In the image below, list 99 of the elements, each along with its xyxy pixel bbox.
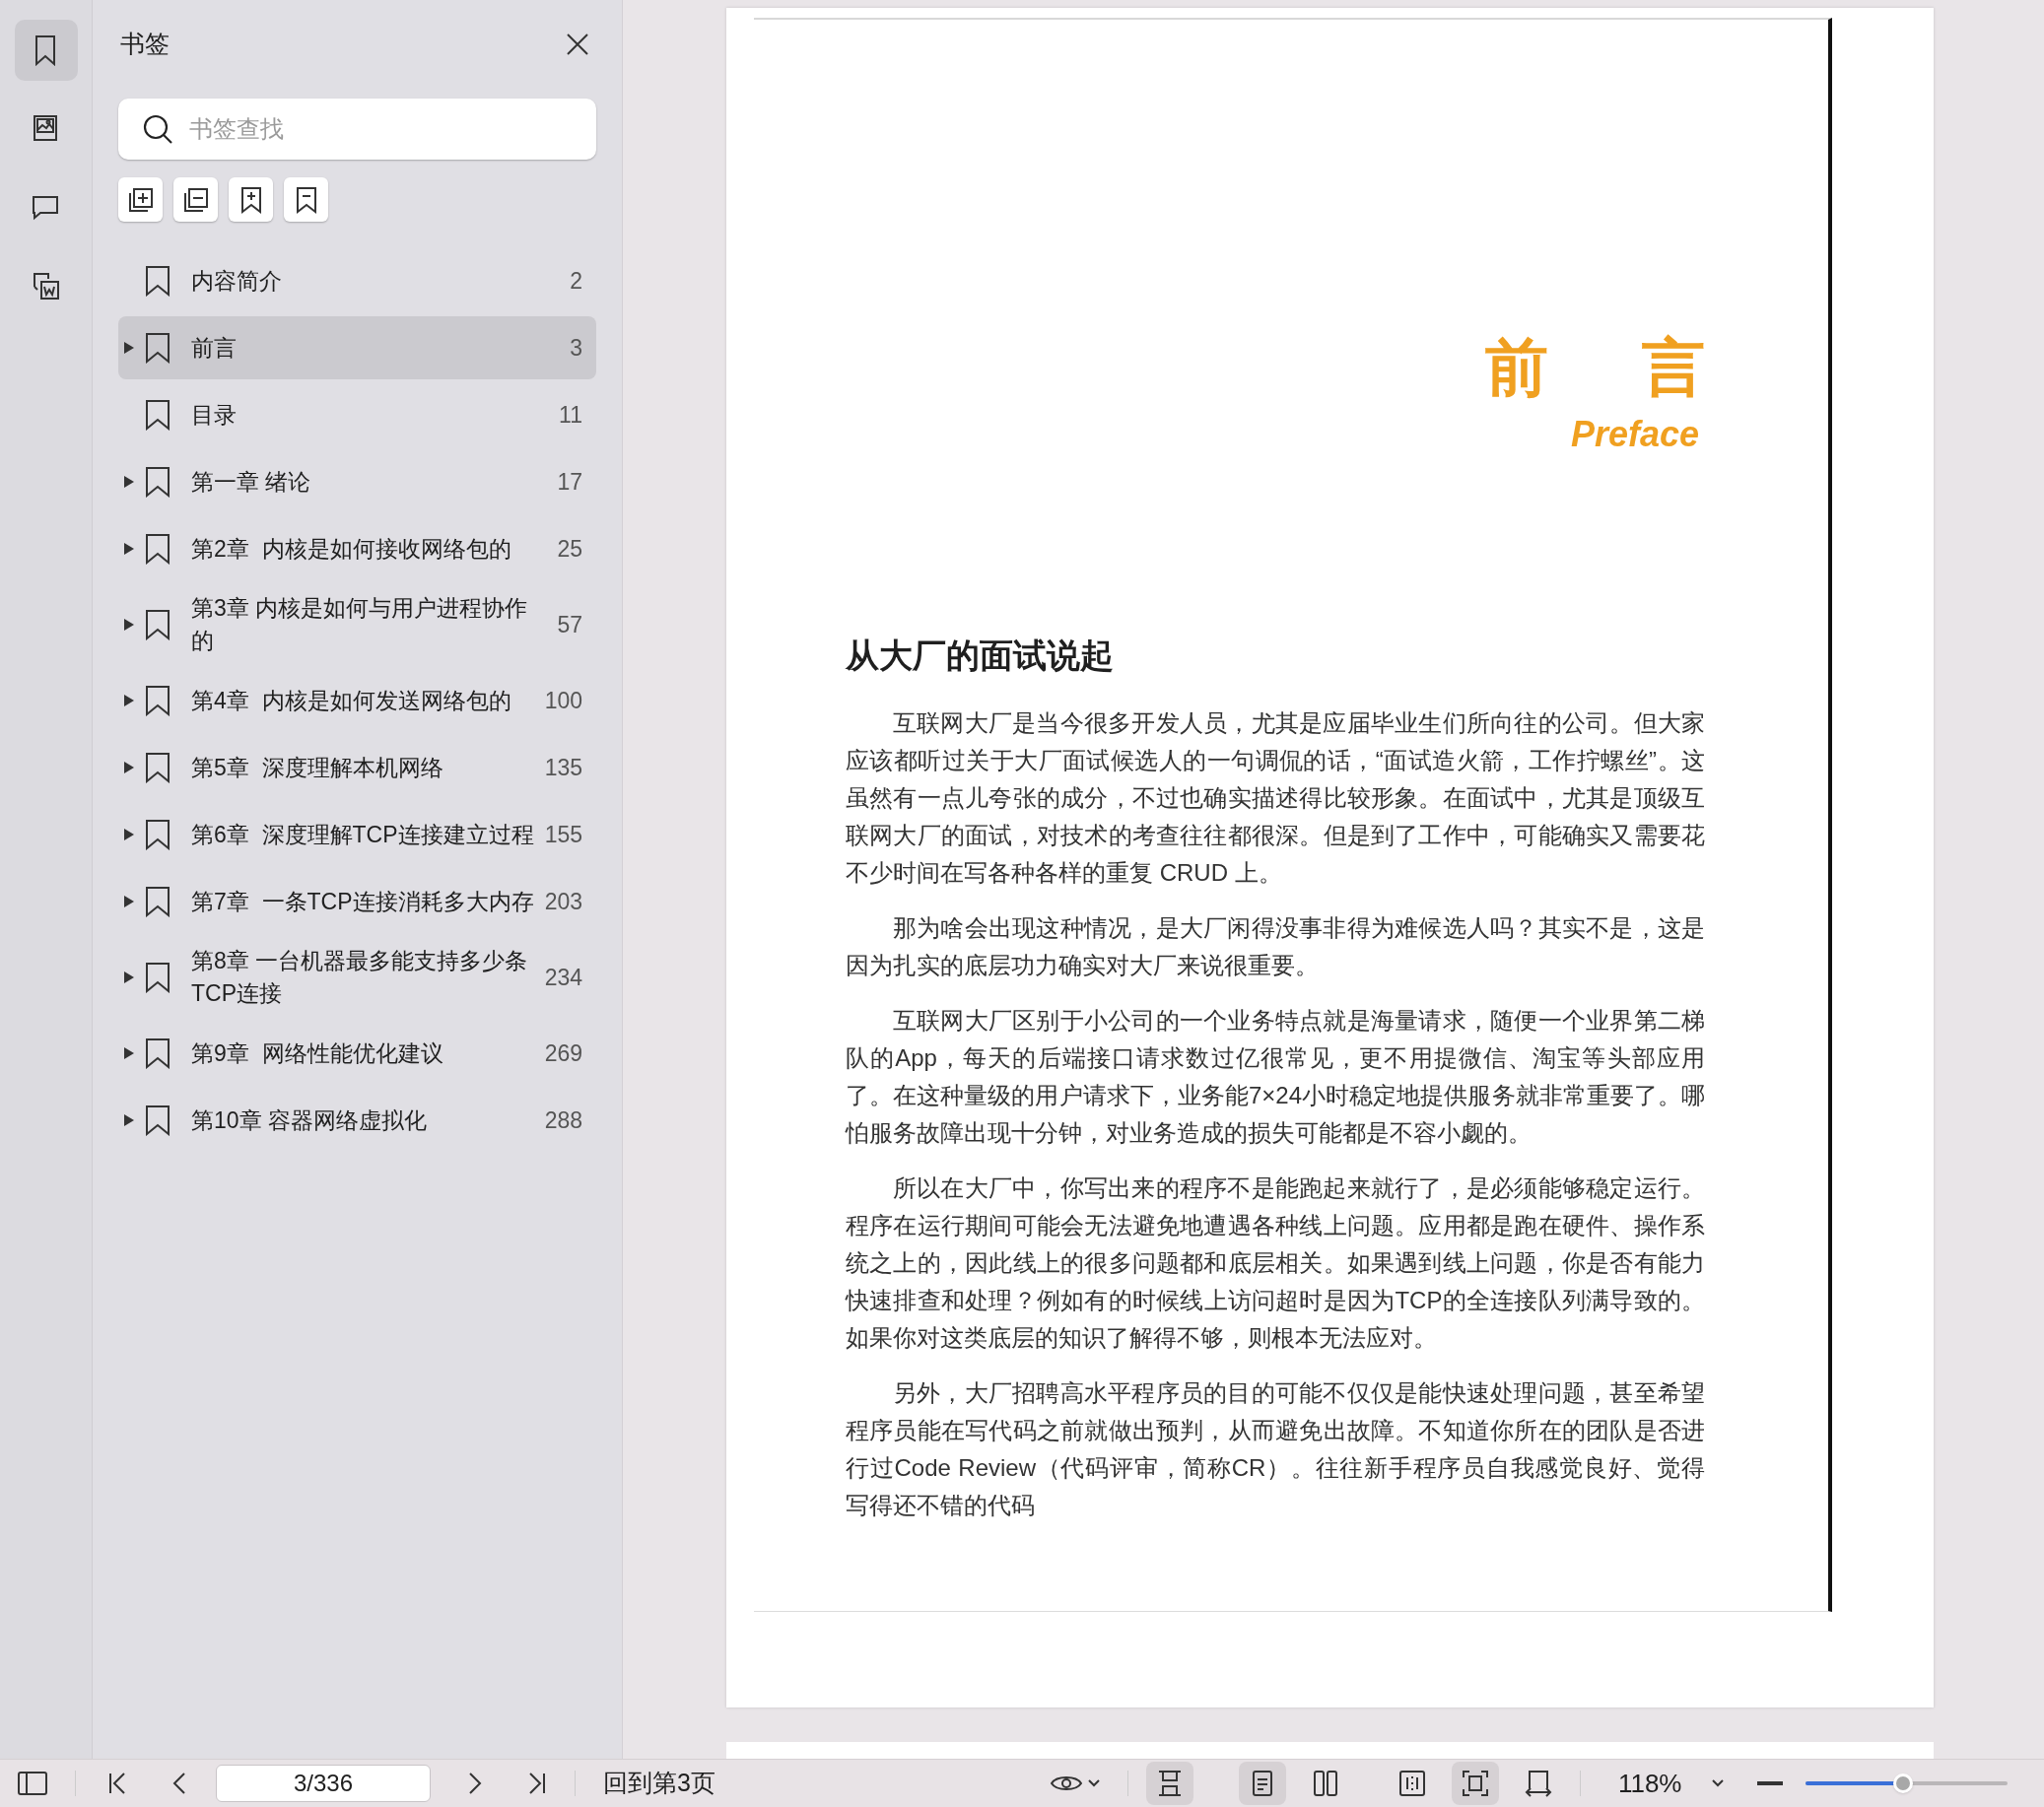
- last-page-icon: [526, 1772, 546, 1795]
- bookmark-icon: [144, 399, 171, 431]
- bookmark-label: 第6章 深度理解TCP连接建立过程: [191, 820, 535, 849]
- expand-arrow-icon[interactable]: [124, 762, 134, 773]
- page-number: 135: [544, 753, 582, 782]
- view-mode-button[interactable]: [1238, 1762, 1286, 1805]
- expand-arrow-icon[interactable]: [124, 971, 134, 983]
- body-paragraph: 那为啥会出现这种情况，是大厂闲得没事非得为难候选人吗？其实不是，这是因为扎实的底层功力确实对大厂来说很重要。: [846, 913, 1705, 980]
- caret-icon: [1087, 1779, 1100, 1787]
- bookmark-item[interactable]: 第2章 内核是如何接收网络包的 25: [118, 517, 596, 580]
- first-page-icon: [108, 1772, 128, 1795]
- zoom-value: 118%: [1617, 1767, 1682, 1800]
- expand-arrow-icon[interactable]: [124, 695, 134, 706]
- bookmark-icon: [144, 819, 171, 850]
- close-icon: [567, 33, 588, 55]
- body-paragraph: 另外，大厂招聘高水平程序员的目的可能不仅仅是能快速处理问题，甚至希望程序员能在写代码之前就做出预判，从而避免出故障。不知道你所在的团队是否进行过Code Review（代码评审，简称CR）。往往新手程序员自我感觉良好、觉得写得还不错的代码: [846, 1378, 1705, 1520]
- expand-arrow-icon[interactable]: [124, 1114, 134, 1126]
- page-number: 17: [557, 467, 582, 497]
- view-mode-button[interactable]: [1451, 1762, 1499, 1805]
- bookmark-item[interactable]: 第一章 绪论 17: [118, 450, 596, 513]
- search-field[interactable]: 书签查找: [118, 99, 596, 160]
- sidebar-tab[interactable]: [14, 20, 78, 81]
- caret-icon: [1712, 1779, 1725, 1787]
- bookmark-label: 第7章 一条TCP连接消耗多大内存: [191, 887, 535, 916]
- bookmark-label: 第8章 一台机器最多能支持多少条 TCP连接: [191, 947, 529, 1008]
- bookmark-label: 目录: [191, 400, 238, 430]
- back-to-page-link[interactable]: 回到第3页: [603, 1765, 715, 1802]
- page-number: 234: [544, 963, 582, 992]
- bookmark-item[interactable]: 第9章 网络性能优化建议 269: [118, 1022, 596, 1085]
- bookmark-label: 第3章 内核是如何与用户进程协作的: [191, 594, 529, 655]
- body-paragraph: 互联网大厂是当今很多开发人员，尤其是应届毕业生们所向往的公司。但大家应该都听过关于大厂面试候选人的一句调侃的话，“面试造火箭，工作拧螺丝”。这虽然有一点儿夸张的成分，不过也确实描述得比较形象。在面试中，尤其是顶级互联网大厂的面试，对技术的考查往往都很深。但是到了工作中，可能确实又需要花不少时间在写各种各样的重复 CRUD 上。: [846, 708, 1705, 888]
- page-number: 2: [570, 266, 582, 296]
- bookmark-label: 第9章 网络性能优化建议: [191, 1038, 444, 1068]
- zoom-slider-thumb[interactable]: [1892, 1774, 1913, 1793]
- bookmark-item[interactable]: 内容简介 2: [118, 249, 596, 312]
- bookmark-icon: [144, 1037, 171, 1069]
- bookmark-item[interactable]: 前言 3: [118, 316, 596, 379]
- zoom-slider[interactable]: [1806, 1774, 2009, 1793]
- body-paragraph: 所以在大厂中，你写出来的程序不是能跑起来就行了，是必须能够稳定运行。程序在运行期间可能会无法避免地遭遇各种线上问题。应用都是跑在硬件、操作系统之上的，因此线上的很多问题都和底层相关。如果遇到线上问题，你是否有能力快速排查和处理？例如有的时候线上访问超时是因为TCP的全连接队列满导致的。如果你对这类底层的知识了解得不够，则根本无法应对。: [846, 1173, 1705, 1353]
- bookmark-icon: [144, 685, 171, 716]
- expand-arrow-icon[interactable]: [124, 543, 134, 555]
- bookmark-label: 前言: [191, 333, 238, 363]
- chevron-left-icon: [172, 1772, 186, 1795]
- page-number: 269: [544, 1038, 582, 1068]
- toolbar-button[interactable]: [229, 177, 273, 222]
- bookmark-item[interactable]: 第3章 内核是如何与用户进程协作的 57: [118, 584, 596, 665]
- bookmark-label: 第5章 深度理解本机网络: [191, 753, 444, 782]
- chapter-subtitle: Preface: [1570, 413, 1699, 456]
- bookmark-icon: [144, 609, 171, 640]
- chevron-right-icon: [468, 1772, 482, 1795]
- bookmark-item[interactable]: 第7章 一条TCP连接消耗多大内存 203: [118, 870, 596, 933]
- book-spread-icon: [1397, 1769, 1427, 1798]
- expand-arrow-icon[interactable]: [124, 476, 134, 488]
- expand-arrow-icon[interactable]: [124, 619, 134, 631]
- bookmark-icon: [144, 1104, 171, 1136]
- bookmark-icon: [144, 332, 171, 364]
- document-convert-icon: [31, 271, 61, 302]
- bookmark-icon: [144, 265, 171, 297]
- body-paragraph: 互联网大厂区别于小公司的一个业务特点就是海量请求，随便一个业界第二梯队的App，每天的后端接口请求数过亿很常见，更不用提微信、淘宝等头部应用了。在这种量级的用户请求下，业务能7×24小时稳定地提供服务就非常重要了。哪怕服务故障出现十分钟，对业务造成的损失可能都是不容小觑的。: [846, 1006, 1705, 1148]
- sidebar-icon: [18, 1772, 47, 1795]
- page-number: 203: [544, 887, 582, 916]
- fit-width-icon: [1523, 1769, 1553, 1798]
- bookmark-label: 第一章 绪论: [191, 467, 312, 497]
- bookmark-item[interactable]: 第6章 深度理解TCP连接建立过程 155: [118, 803, 596, 866]
- expand-arrow-icon[interactable]: [124, 1047, 134, 1059]
- fit-page-icon: [1460, 1769, 1490, 1798]
- bookmark-icon: [144, 466, 171, 498]
- page-number-field[interactable]: 3/336: [216, 1765, 431, 1802]
- section-heading: 从大厂的面试说起: [846, 636, 1115, 676]
- bookmark-label: 第4章 内核是如何发送网络包的: [191, 686, 512, 715]
- bookmark-icon: [144, 752, 171, 783]
- chapter-title: 前 言: [1485, 333, 1743, 402]
- bookmark-item[interactable]: 目录 11: [118, 383, 596, 446]
- view-mode-button[interactable]: [1145, 1762, 1193, 1805]
- bookmark-icon: [144, 886, 171, 917]
- minus-icon: [1757, 1781, 1784, 1785]
- bookmark-item[interactable]: 第5章 深度理解本机网络 135: [118, 736, 596, 799]
- page-number: 57: [557, 610, 582, 639]
- page-number: 288: [544, 1105, 582, 1135]
- expand-arrow-icon[interactable]: [124, 896, 134, 907]
- expand-arrow-icon[interactable]: [124, 342, 134, 354]
- bookmark-label: 第2章 内核是如何接收网络包的: [191, 534, 512, 564]
- bookmark-icon: [144, 533, 171, 565]
- page-number: 3: [570, 333, 582, 363]
- page-number: 25: [557, 534, 582, 564]
- bookmark-label: 第10章 容器网络虚拟化: [191, 1105, 428, 1135]
- bookmark-icon: [144, 962, 171, 993]
- bookmark-item[interactable]: 第10章 容器网络虚拟化 288: [118, 1089, 596, 1152]
- page-number: 155: [544, 820, 582, 849]
- page-number: 100: [544, 686, 582, 715]
- toolbar-button[interactable]: [173, 177, 218, 222]
- toolbar-button[interactable]: [118, 177, 163, 222]
- panel-title: 书签: [120, 29, 170, 60]
- page-number: 11: [559, 400, 582, 430]
- toolbar-button[interactable]: [284, 177, 328, 222]
- expand-arrow-icon[interactable]: [124, 829, 134, 840]
- bookmark-item[interactable]: 第4章 内核是如何发送网络包的 100: [118, 669, 596, 732]
- search-icon: [142, 113, 173, 145]
- bookmark-label: 内容简介: [191, 266, 283, 296]
